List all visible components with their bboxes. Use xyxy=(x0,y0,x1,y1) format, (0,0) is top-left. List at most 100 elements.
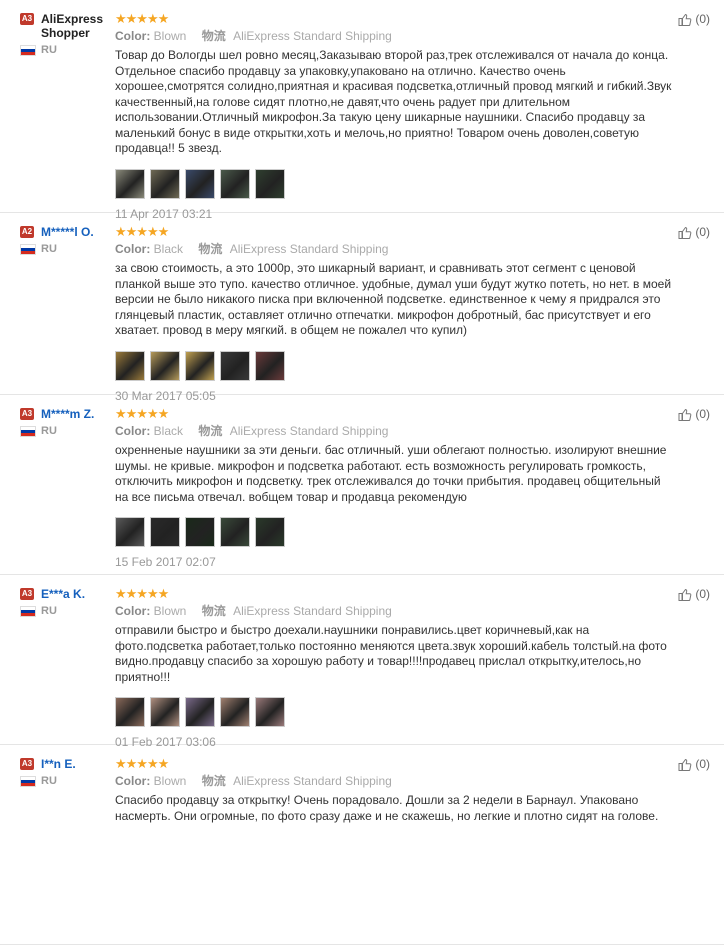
russia-flag-icon xyxy=(20,44,36,56)
reviewer-info: A2 M*****l O. RU xyxy=(20,225,112,255)
review-photo-thumbnail[interactable] xyxy=(115,350,145,381)
review-item: A3 AliExpress Shopper RU ★★★★★ Color: Bl… xyxy=(0,0,724,221)
reviewer-name[interactable]: I**n E. xyxy=(41,757,76,771)
shipping-method: AliExpress Standard Shipping xyxy=(229,424,389,438)
country-code: RU xyxy=(41,243,57,255)
helpful-count: (0) xyxy=(695,587,710,601)
thumbs-up-icon xyxy=(678,588,692,601)
review-photo-thumbnail[interactable] xyxy=(255,517,285,547)
buyer-level-badge: A2 xyxy=(20,226,34,238)
helpful-count: (0) xyxy=(695,12,710,26)
reviewer-info: A3 AliExpress Shopper RU xyxy=(20,12,112,56)
color-label: Color: xyxy=(115,604,151,618)
review-photo-thumbnail[interactable] xyxy=(255,350,285,381)
shipping-label: 物流 xyxy=(198,242,223,256)
review-photo-thumbnail[interactable] xyxy=(220,697,250,727)
thumbs-up-icon xyxy=(678,408,692,421)
review-photo-thumbnail[interactable] xyxy=(255,697,285,727)
buyer-level-badge: A3 xyxy=(20,408,34,420)
helpful-button[interactable]: (0) xyxy=(678,225,710,239)
helpful-count: (0) xyxy=(695,757,710,771)
review-content: ★★★★★ Color: Blown 物流 AliExpress Standar… xyxy=(115,587,675,749)
reviewer-country: RU xyxy=(20,425,112,437)
reviewer-country: RU xyxy=(20,44,112,56)
reviewer-info: A3 I**n E. RU xyxy=(20,757,112,787)
russia-flag-icon xyxy=(20,243,36,255)
reviewer-name[interactable]: M*****l O. xyxy=(41,225,94,239)
review-photo-thumbnail[interactable] xyxy=(115,168,145,199)
reviewer-country: RU xyxy=(20,775,112,787)
review-text: за свою стоимость, а это 1000р, это шика… xyxy=(115,261,672,337)
thumbs-up-icon xyxy=(678,13,692,26)
shipping-label: 物流 xyxy=(201,604,226,618)
reviewer-name[interactable]: E***a K. xyxy=(41,587,85,601)
helpful-button[interactable]: (0) xyxy=(678,587,710,601)
order-info: Color: Blown 物流 AliExpress Standard Ship… xyxy=(115,28,675,44)
thumbs-up-icon xyxy=(678,758,692,771)
helpful-button[interactable]: (0) xyxy=(678,757,710,771)
review-photos xyxy=(115,350,675,381)
order-info: Color: Black 物流 AliExpress Standard Ship… xyxy=(115,423,675,439)
review-photo-thumbnail[interactable] xyxy=(150,350,180,381)
russia-flag-icon xyxy=(20,775,36,787)
shipping-method: AliExpress Standard Shipping xyxy=(233,29,392,43)
review-item: A3 M****m Z. RU ★★★★★ Color: Black 物流 Al… xyxy=(0,395,724,575)
thumbs-up-icon xyxy=(678,226,692,239)
country-code: RU xyxy=(41,605,57,617)
order-info: Color: Black 物流 AliExpress Standard Ship… xyxy=(115,241,675,257)
reviewer-info: A3 M****m Z. RU xyxy=(20,407,112,437)
color-label: Color: xyxy=(115,242,151,256)
shipping-label: 物流 xyxy=(201,774,226,788)
review-photo-thumbnail[interactable] xyxy=(255,168,285,199)
review-photo-thumbnail[interactable] xyxy=(115,517,145,547)
helpful-button[interactable]: (0) xyxy=(678,407,710,421)
review-photo-thumbnail[interactable] xyxy=(185,697,215,727)
russia-flag-icon xyxy=(20,605,36,617)
color-value: Black xyxy=(153,424,184,438)
review-item: A2 M*****l O. RU ★★★★★ Color: Black 物流 A… xyxy=(0,213,724,403)
review-text: охренненые наушники за эти деньги. бас о… xyxy=(115,443,667,504)
star-rating: ★★★★★ xyxy=(115,11,169,26)
helpful-count: (0) xyxy=(695,225,710,239)
color-label: Color: xyxy=(115,774,151,788)
review-photo-thumbnail[interactable] xyxy=(115,697,145,727)
shipping-label: 物流 xyxy=(201,29,226,43)
color-value: Blown xyxy=(153,29,187,43)
review-date: 15 Feb 2017 02:07 xyxy=(115,555,216,569)
reviewer-name[interactable]: AliExpress Shopper xyxy=(41,12,103,40)
star-rating: ★★★★★ xyxy=(115,586,169,601)
review-photo-thumbnail[interactable] xyxy=(220,350,250,381)
review-photo-thumbnail[interactable] xyxy=(220,517,250,547)
review-item: A3 I**n E. RU ★★★★★ Color: Blown 物流 AliE… xyxy=(0,745,724,945)
review-content: ★★★★★ Color: Black 物流 AliExpress Standar… xyxy=(115,225,675,403)
review-photo-thumbnail[interactable] xyxy=(150,697,180,727)
helpful-button[interactable]: (0) xyxy=(678,12,710,26)
review-photo-thumbnail[interactable] xyxy=(185,517,215,547)
shipping-method: AliExpress Standard Shipping xyxy=(233,774,392,788)
country-code: RU xyxy=(41,775,57,787)
shipping-method: AliExpress Standard Shipping xyxy=(229,242,389,256)
shipping-label: 物流 xyxy=(198,424,223,438)
review-photos xyxy=(115,697,675,727)
review-photo-thumbnail[interactable] xyxy=(185,168,215,199)
helpful-count: (0) xyxy=(695,407,710,421)
review-photos xyxy=(115,168,675,199)
review-photo-thumbnail[interactable] xyxy=(185,350,215,381)
reviewer-name[interactable]: M****m Z. xyxy=(41,407,94,421)
color-label: Color: xyxy=(115,424,151,438)
review-photo-thumbnail[interactable] xyxy=(150,517,180,547)
order-info: Color: Blown 物流 AliExpress Standard Ship… xyxy=(115,773,675,789)
buyer-level-badge: A3 xyxy=(20,588,34,600)
review-text: Спасибо продавцу за открытку! Очень пора… xyxy=(115,793,659,823)
star-rating: ★★★★★ xyxy=(115,406,169,421)
order-info: Color: Blown 物流 AliExpress Standard Ship… xyxy=(115,603,675,619)
review-photo-thumbnail[interactable] xyxy=(220,168,250,199)
review-photo-thumbnail[interactable] xyxy=(150,168,180,199)
reviewer-info: A3 E***a K. RU xyxy=(20,587,112,617)
review-content: ★★★★★ Color: Black 物流 AliExpress Standar… xyxy=(115,407,675,569)
buyer-level-badge: A3 xyxy=(20,758,34,770)
star-rating: ★★★★★ xyxy=(115,756,169,771)
reviewer-country: RU xyxy=(20,243,112,255)
reviewer-country: RU xyxy=(20,605,112,617)
shipping-method: AliExpress Standard Shipping xyxy=(233,604,392,618)
